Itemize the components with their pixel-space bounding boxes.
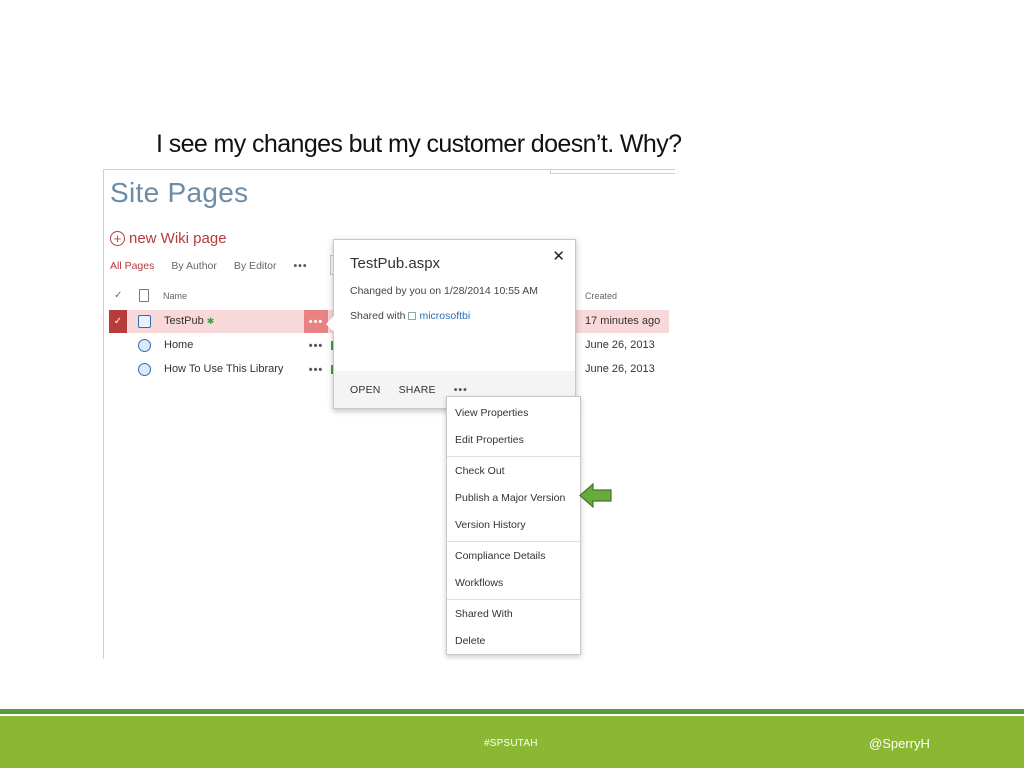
callout-title: TestPub.aspx xyxy=(350,255,441,272)
row-checkbox[interactable] xyxy=(109,334,127,357)
row-more-button[interactable]: ••• xyxy=(304,358,328,381)
menu-item-publish-major-version[interactable]: Publish a Major Version xyxy=(447,485,580,512)
row-checkbox[interactable]: ✓ xyxy=(109,310,127,333)
row-created: 17 minutes ago xyxy=(585,315,661,327)
row-name-link[interactable]: Home xyxy=(164,339,193,351)
new-wiki-page-label: new Wiki page xyxy=(129,230,227,247)
slide-footer: #SPSUTAH @SperryH xyxy=(0,716,1024,768)
left-arrow-icon xyxy=(579,483,612,508)
share-button[interactable]: SHARE xyxy=(399,384,436,396)
menu-item-view-properties[interactable]: View Properties xyxy=(447,400,580,427)
row-name-link[interactable]: TestPub ✱ xyxy=(164,315,214,327)
menu-divider xyxy=(447,456,580,457)
menu-divider xyxy=(447,541,580,542)
row-created: June 26, 2013 xyxy=(585,339,655,351)
row-checkbox[interactable] xyxy=(109,358,127,381)
footer-divider xyxy=(0,709,1024,714)
page-icon xyxy=(138,315,151,328)
row-name-link[interactable]: How To Use This Library xyxy=(164,363,283,375)
row-created: June 26, 2013 xyxy=(585,363,655,375)
callout-shared-with: Shared with microsoftbi xyxy=(350,310,470,322)
callout-notch xyxy=(326,316,334,332)
footer-handle: @SperryH xyxy=(869,736,930,751)
view-all-pages[interactable]: All Pages xyxy=(110,260,154,272)
shared-with-label: Shared with xyxy=(350,310,406,322)
menu-item-version-history[interactable]: Version History xyxy=(447,512,580,539)
footer-hashtag: #SPSUTAH xyxy=(484,738,538,749)
web-page-icon xyxy=(138,339,151,352)
menu-item-check-out[interactable]: Check Out xyxy=(447,458,580,485)
new-wiki-page-link[interactable]: + new Wiki page xyxy=(110,230,227,247)
menu-item-compliance-details[interactable]: Compliance Details xyxy=(447,543,580,570)
context-menu: View Properties Edit Properties Check Ou… xyxy=(446,396,581,655)
document-callout: ✕ TestPub.aspx Changed by you on 1/28/20… xyxy=(326,239,576,409)
menu-item-shared-with[interactable]: Shared With xyxy=(447,601,580,628)
plus-circle-icon: + xyxy=(110,231,125,246)
column-header-name[interactable]: Name xyxy=(163,291,187,301)
menu-item-delete[interactable]: Delete xyxy=(447,628,580,655)
new-item-icon: ✱ xyxy=(206,316,215,326)
row-more-button[interactable]: ••• xyxy=(304,334,328,357)
view-by-author[interactable]: By Author xyxy=(171,260,217,272)
callout-more-button[interactable]: ••• xyxy=(454,384,468,396)
callout-changed-text: Changed by you on 1/28/2014 10:55 AM xyxy=(350,285,538,297)
close-icon[interactable]: ✕ xyxy=(552,247,565,265)
open-button[interactable]: OPEN xyxy=(350,384,381,396)
column-header-created[interactable]: Created xyxy=(585,291,617,301)
menu-item-edit-properties[interactable]: Edit Properties xyxy=(447,427,580,454)
menu-item-workflows[interactable]: Workflows xyxy=(447,570,580,597)
site-pages-title: Site Pages xyxy=(110,177,249,208)
people-icon xyxy=(408,312,417,320)
slide-title: I see my changes but my customer doesn’t… xyxy=(156,130,682,158)
menu-divider xyxy=(447,599,580,600)
row-more-button[interactable]: ••• xyxy=(304,310,328,333)
select-all-checkmark-icon[interactable]: ✓ xyxy=(114,290,122,301)
view-by-editor[interactable]: By Editor xyxy=(234,260,277,272)
search-box-edge xyxy=(550,170,675,174)
view-selector: All Pages By Author By Editor ••• xyxy=(110,260,325,272)
web-page-icon xyxy=(138,363,151,376)
document-type-icon xyxy=(139,289,149,302)
shared-with-link[interactable]: microsoftbi xyxy=(419,310,470,322)
views-more-button[interactable]: ••• xyxy=(294,260,308,272)
